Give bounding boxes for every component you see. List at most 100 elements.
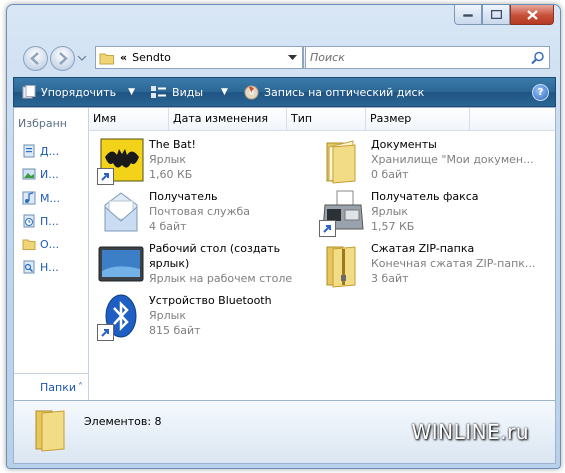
file-size: 1,57 КБ bbox=[371, 220, 415, 233]
breadcrumb-sendto[interactable]: Sendto bbox=[132, 51, 171, 64]
folders-toggle[interactable]: Папки ˄ bbox=[14, 373, 88, 400]
folder-icon bbox=[35, 410, 65, 452]
burn-disc-label: Запись на оптический диск bbox=[263, 85, 425, 99]
close-icon bbox=[526, 9, 538, 20]
file-size: 0 байт bbox=[371, 168, 409, 181]
file-item-the-bat[interactable]: The Bat! Ярлык 1,60 КБ bbox=[97, 137, 196, 185]
file-type: Хранилище "Мои докумен... bbox=[371, 153, 534, 166]
details-pane: Элементов: 8 WINLINE.ru bbox=[13, 400, 556, 464]
close-button[interactable] bbox=[510, 5, 554, 25]
back-button[interactable] bbox=[23, 46, 48, 71]
recent-pages-chevron-icon[interactable] bbox=[77, 54, 87, 62]
organize-label: Упорядочить bbox=[41, 85, 117, 99]
maximize-button[interactable] bbox=[482, 5, 510, 25]
address-dropdown-icon[interactable] bbox=[288, 54, 297, 61]
file-name: Рабочий стол (создать bbox=[149, 242, 281, 255]
explorer-window: « Sendto Поиск Упорядочить ▼ Виды ▼ Запи… bbox=[6, 4, 561, 469]
nav-link-public-label: О... bbox=[40, 237, 60, 251]
zip-folder-icon bbox=[319, 241, 367, 289]
file-type: Ярлык bbox=[371, 205, 408, 218]
maximize-icon bbox=[490, 10, 502, 19]
views-icon bbox=[151, 85, 167, 98]
file-type: Ярлык bbox=[149, 309, 186, 322]
file-name: Получатель bbox=[149, 190, 218, 203]
file-name: Получатель факса bbox=[371, 190, 479, 203]
search-placeholder[interactable]: Поиск bbox=[306, 51, 345, 64]
file-item-text: Получатель факса Ярлык 1,57 КБ bbox=[371, 189, 479, 237]
shortcut-arrow-icon bbox=[97, 168, 114, 185]
file-name: Сжатая ZIP-папка bbox=[371, 242, 475, 255]
file-list-pane: Имя Дата изменения Тип Размер The Bat! Я… bbox=[89, 108, 555, 400]
burn-disc-button[interactable]: Запись на оптический диск bbox=[238, 78, 430, 106]
searches-icon bbox=[23, 260, 35, 274]
file-size: 815 байт bbox=[149, 324, 201, 337]
views-label: Виды bbox=[172, 85, 204, 99]
file-item-text: Рабочий стол (создать ярлык) Ярлык на ра… bbox=[149, 241, 292, 289]
nav-link-searches-label: Н... bbox=[40, 260, 59, 274]
burn-disc-icon bbox=[244, 85, 259, 99]
file-type: Ярлык на рабочем столе bbox=[149, 272, 293, 285]
column-header-date[interactable]: Дата изменения bbox=[169, 108, 287, 130]
nav-link-recent[interactable]: П... bbox=[22, 214, 59, 228]
organize-button[interactable]: Упорядочить ▼ bbox=[14, 78, 141, 106]
nav-link-music[interactable]: М... bbox=[22, 191, 60, 205]
file-name: Документы bbox=[371, 138, 437, 151]
column-date-label: Дата изменения bbox=[173, 112, 268, 125]
views-button[interactable]: Виды ▼ bbox=[145, 78, 234, 106]
caption-buttons bbox=[454, 5, 554, 25]
nav-link-music-label: М... bbox=[40, 191, 60, 205]
the-bat-icon bbox=[97, 137, 145, 185]
file-item-mail-recipient[interactable]: Получатель Почтовая служба 4 байт bbox=[97, 189, 250, 237]
views-dropdown-icon: ▼ bbox=[221, 87, 228, 97]
search-box[interactable]: Поиск bbox=[305, 46, 550, 69]
file-name-continued: ярлык) bbox=[149, 257, 190, 270]
column-header-row: Имя Дата изменения Тип Размер bbox=[89, 108, 555, 131]
minimize-icon bbox=[463, 13, 473, 17]
nav-link-recent-label: П... bbox=[40, 214, 59, 228]
forward-arrow-icon bbox=[59, 52, 68, 65]
breadcrumb-chevron[interactable]: « bbox=[120, 51, 127, 64]
favorites-header: Избранн bbox=[18, 117, 67, 130]
file-type: Почтовая служба bbox=[149, 205, 250, 218]
help-button[interactable]: ? bbox=[532, 83, 549, 101]
nav-link-public[interactable]: О... bbox=[22, 237, 59, 251]
navigation-pane: Избранн Д... И... М... П... О... Н... Па… bbox=[14, 108, 89, 400]
file-item-fax-recipient[interactable]: Получатель факса Ярлык 1,57 КБ bbox=[319, 189, 479, 237]
mail-envelope-icon bbox=[97, 189, 145, 237]
pictures-icon bbox=[22, 168, 36, 180]
folders-expand-icon: ˄ bbox=[78, 381, 83, 393]
file-name: The Bat! bbox=[149, 138, 196, 151]
search-icon[interactable] bbox=[531, 51, 545, 65]
file-item-text: Устройство Bluetooth Ярлык 815 байт bbox=[149, 293, 272, 341]
address-field[interactable]: « Sendto bbox=[95, 46, 303, 69]
nav-link-pictures[interactable]: И... bbox=[22, 167, 59, 181]
nav-link-searches[interactable]: Н... bbox=[22, 260, 59, 274]
address-bar-row: « Sendto Поиск bbox=[23, 45, 550, 71]
column-header-name[interactable]: Имя bbox=[89, 108, 169, 130]
back-arrow-icon bbox=[30, 52, 39, 65]
item-count: Элементов: 8 bbox=[84, 415, 162, 428]
file-item-bluetooth[interactable]: Устройство Bluetooth Ярлык 815 байт bbox=[97, 293, 272, 341]
help-icon: ? bbox=[537, 86, 544, 98]
documents-icon bbox=[23, 144, 35, 158]
shortcut-arrow-icon bbox=[97, 324, 114, 341]
column-type-label: Тип bbox=[291, 112, 313, 125]
nav-link-documents-label: Д... bbox=[40, 144, 60, 158]
documents-folder-icon bbox=[319, 137, 367, 185]
file-size: 1,60 КБ bbox=[149, 168, 193, 181]
column-header-type[interactable]: Тип bbox=[287, 108, 366, 130]
file-item-documents[interactable]: Документы Хранилище "Мои докумен... 0 ба… bbox=[319, 137, 534, 185]
file-type: Ярлык bbox=[149, 153, 186, 166]
file-item-desktop-shortcut[interactable]: Рабочий стол (создать ярлык) Ярлык на ра… bbox=[97, 241, 292, 289]
file-item-text: Сжатая ZIP-папка Конечная сжатая ZIP-пап… bbox=[371, 241, 535, 289]
column-header-size[interactable]: Размер bbox=[366, 108, 470, 130]
organize-icon bbox=[22, 85, 36, 99]
minimize-button[interactable] bbox=[454, 5, 482, 25]
nav-link-documents[interactable]: Д... bbox=[22, 144, 59, 158]
file-item-zip-folder[interactable]: Сжатая ZIP-папка Конечная сжатая ZIP-пап… bbox=[319, 241, 535, 289]
command-bar: Упорядочить ▼ Виды ▼ Запись на оптически… bbox=[13, 77, 556, 107]
forward-button[interactable] bbox=[50, 46, 75, 71]
column-name-label: Имя bbox=[93, 112, 117, 125]
music-icon bbox=[22, 191, 36, 205]
file-size: 3 байт bbox=[371, 272, 409, 285]
